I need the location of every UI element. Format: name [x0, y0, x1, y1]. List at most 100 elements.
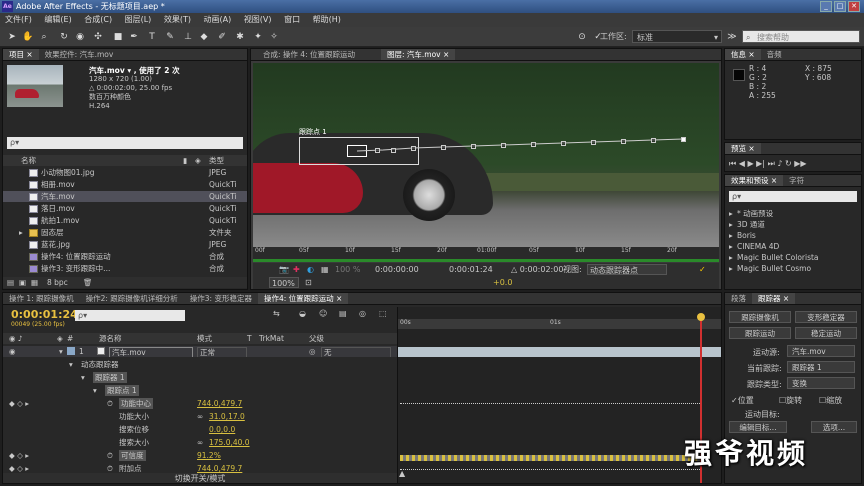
last-frame-icon[interactable]: ⏭ [768, 159, 775, 168]
tab-effects-presets[interactable]: 效果和预设 × [725, 175, 784, 186]
motion-blur-icon[interactable]: ◎ [359, 309, 366, 318]
roto-brush-tool-icon[interactable]: ✐ [216, 31, 228, 43]
keyframes-attach-point[interactable] [400, 469, 700, 473]
prop-value[interactable]: 0.0,0.0 [209, 424, 235, 435]
timeline-search-input[interactable]: ρ▾ [75, 310, 185, 321]
brush-tool-icon[interactable]: ✎ [164, 31, 176, 43]
list-item[interactable]: 小动物图01.jpg JPEG [3, 167, 247, 178]
link-icon[interactable]: ∞ [197, 411, 203, 422]
list-item[interactable]: 相册.mov QuickTi [3, 179, 247, 190]
keyframe-nav-icon[interactable]: ◆ ◇ ▸ [9, 398, 29, 409]
tab-comp-4[interactable]: 操作4: 位置跟踪运动 × [257, 293, 349, 304]
stabilize-motion-button[interactable]: 稳定运动 [795, 327, 857, 339]
prop-value[interactable]: 31.0,17.0 [209, 411, 245, 422]
prop-value[interactable]: 91.2% [197, 450, 221, 461]
tab-character[interactable]: 字符 [783, 175, 810, 186]
parent-select[interactable]: 无 [321, 347, 391, 357]
link-icon[interactable]: ∞ [197, 437, 203, 448]
tab-composition[interactable]: 合成: 操作 4: 位置跟踪运动 [251, 49, 361, 60]
expand-arrow-icon[interactable]: ▾ [93, 385, 97, 396]
list-item[interactable]: ▸ 3D 通道 [725, 219, 861, 230]
keyframes-confidence[interactable] [400, 455, 700, 461]
zoom-select[interactable]: 100% [269, 277, 299, 288]
snapshot-icon[interactable]: 📷 [279, 263, 289, 276]
position-checkbox[interactable]: ✓位置 [731, 395, 754, 406]
prev-frame-icon[interactable]: ◀ [739, 159, 745, 168]
list-item[interactable]: ▸ * 动画预设 [725, 208, 861, 219]
current-time[interactable]: 0:00:01:24 [449, 263, 493, 276]
audio-icon[interactable]: ♪ [777, 159, 782, 168]
close-button[interactable]: ✕ [848, 1, 860, 12]
label-col-icon[interactable]: ▮ [183, 155, 187, 166]
col-name-header[interactable]: 名称 [21, 155, 36, 166]
rotation-checkbox[interactable]: ☐旋转 [779, 395, 802, 406]
toggle-switches-modes-button[interactable]: 切换开关/模式 [3, 473, 397, 483]
grid-icon[interactable]: ▦ [321, 263, 329, 276]
menu-view[interactable]: 视图(V) [239, 13, 277, 27]
lock-icon[interactable]: ✓ [699, 263, 706, 276]
tab-comp-1[interactable]: 操作 1: 跟踪摄像机 [3, 293, 80, 304]
frame-blending-icon[interactable]: ▤ [339, 309, 347, 318]
motion-source-select[interactable]: 汽车.mov [787, 345, 855, 357]
tab-preview[interactable]: 预览 × [725, 143, 761, 154]
fit-icon[interactable]: ⊡ [305, 276, 312, 289]
pan-behind-tool-icon[interactable]: ✣ [92, 31, 104, 43]
in-point-time[interactable]: 0:00:00:00 [375, 263, 419, 276]
list-item[interactable]: ▸ Boris [725, 230, 861, 241]
list-item-selected[interactable]: 汽车.mov QuickTi [3, 191, 247, 202]
expand-arrow-icon[interactable]: ▾ [81, 372, 85, 383]
puppet-pin-tool-icon[interactable]: ✱ [234, 31, 246, 43]
interpret-footage-icon[interactable]: ▤ [7, 277, 14, 288]
tag-col-icon[interactable]: ◈ [195, 155, 201, 166]
effects-search-input[interactable]: ρ▾ [729, 191, 857, 202]
options-button[interactable]: 选项... [811, 421, 857, 433]
warp-stabilizer-button[interactable]: 变形稳定器 [795, 311, 857, 323]
list-item[interactable]: 航拍1.mov QuickTi [3, 215, 247, 226]
current-track-select[interactable]: 跟踪器 1 [787, 361, 855, 373]
color-picker-icon[interactable]: ◐ [307, 263, 314, 276]
puppet-overlap-tool-icon[interactable]: ✦ [252, 31, 264, 43]
tab-layer[interactable]: 图层: 汽车.mov × [380, 49, 456, 60]
track-keyframe[interactable] [375, 148, 380, 153]
track-keyframe-current[interactable] [681, 137, 686, 142]
layer-name[interactable]: 汽车.mov [109, 347, 193, 357]
new-comp-icon[interactable]: ▦ [31, 277, 38, 288]
col-parent[interactable]: 父级 [309, 333, 324, 344]
track-keyframe[interactable] [411, 146, 416, 151]
expand-arrow-icon[interactable]: ▸ [19, 227, 23, 238]
label-col-icon[interactable]: ◈ [57, 333, 63, 344]
col-source-name[interactable]: 源名称 [99, 333, 122, 344]
keyframes-feature-center[interactable] [400, 403, 700, 407]
stopwatch-icon[interactable]: ⏱ [107, 450, 113, 461]
eye-icon[interactable]: ◉ [9, 346, 16, 357]
av-features-icon[interactable]: ◉ ♪ [9, 333, 23, 344]
col-t[interactable]: T [247, 333, 252, 344]
list-item[interactable]: 操作4: 位置跟踪运动 合成 [3, 251, 247, 262]
hand-tool-icon[interactable]: ✋ [22, 31, 34, 43]
list-item[interactable]: ▸ 固态层 文件夹 [3, 227, 247, 238]
comp-mini-flowchart-icon[interactable]: ⇆ [273, 309, 280, 318]
keyframe-nav-icon[interactable]: ◆ ◇ ▸ [9, 450, 29, 461]
play-icon[interactable]: ▶ [747, 159, 753, 168]
track-keyframe[interactable] [621, 139, 626, 144]
maximize-button[interactable]: □ [834, 1, 846, 12]
menu-help[interactable]: 帮助(H) [308, 13, 346, 27]
prop-value[interactable]: 175.0,40.0 [209, 437, 250, 448]
menu-window[interactable]: 窗口 [279, 13, 305, 27]
zoom-tool-icon[interactable]: ⌕ [38, 31, 50, 43]
list-item[interactable]: ▸ CINEMA 4D [725, 241, 861, 252]
project-search-input[interactable]: ρ▾ [7, 137, 243, 149]
expand-arrow-icon[interactable]: ▾ [69, 359, 73, 370]
tab-audio[interactable]: 音频 [761, 49, 788, 60]
minimize-button[interactable]: _ [820, 1, 832, 12]
prop-value[interactable]: 744.0,479.7 [197, 398, 242, 409]
track-motion-button[interactable]: 跟踪运动 [729, 327, 791, 339]
track-keyframe[interactable] [441, 145, 446, 150]
track-keyframe[interactable] [591, 140, 596, 145]
selection-tool-icon[interactable]: ➤ [6, 31, 18, 43]
tab-tracker[interactable]: 跟踪器 × [752, 293, 796, 304]
rectangle-tool-icon[interactable]: ■ [112, 31, 124, 43]
scale-checkbox[interactable]: ☐缩放 [819, 395, 842, 406]
menu-icon[interactable]: ≫ [726, 31, 738, 43]
track-keyframe[interactable] [651, 138, 656, 143]
